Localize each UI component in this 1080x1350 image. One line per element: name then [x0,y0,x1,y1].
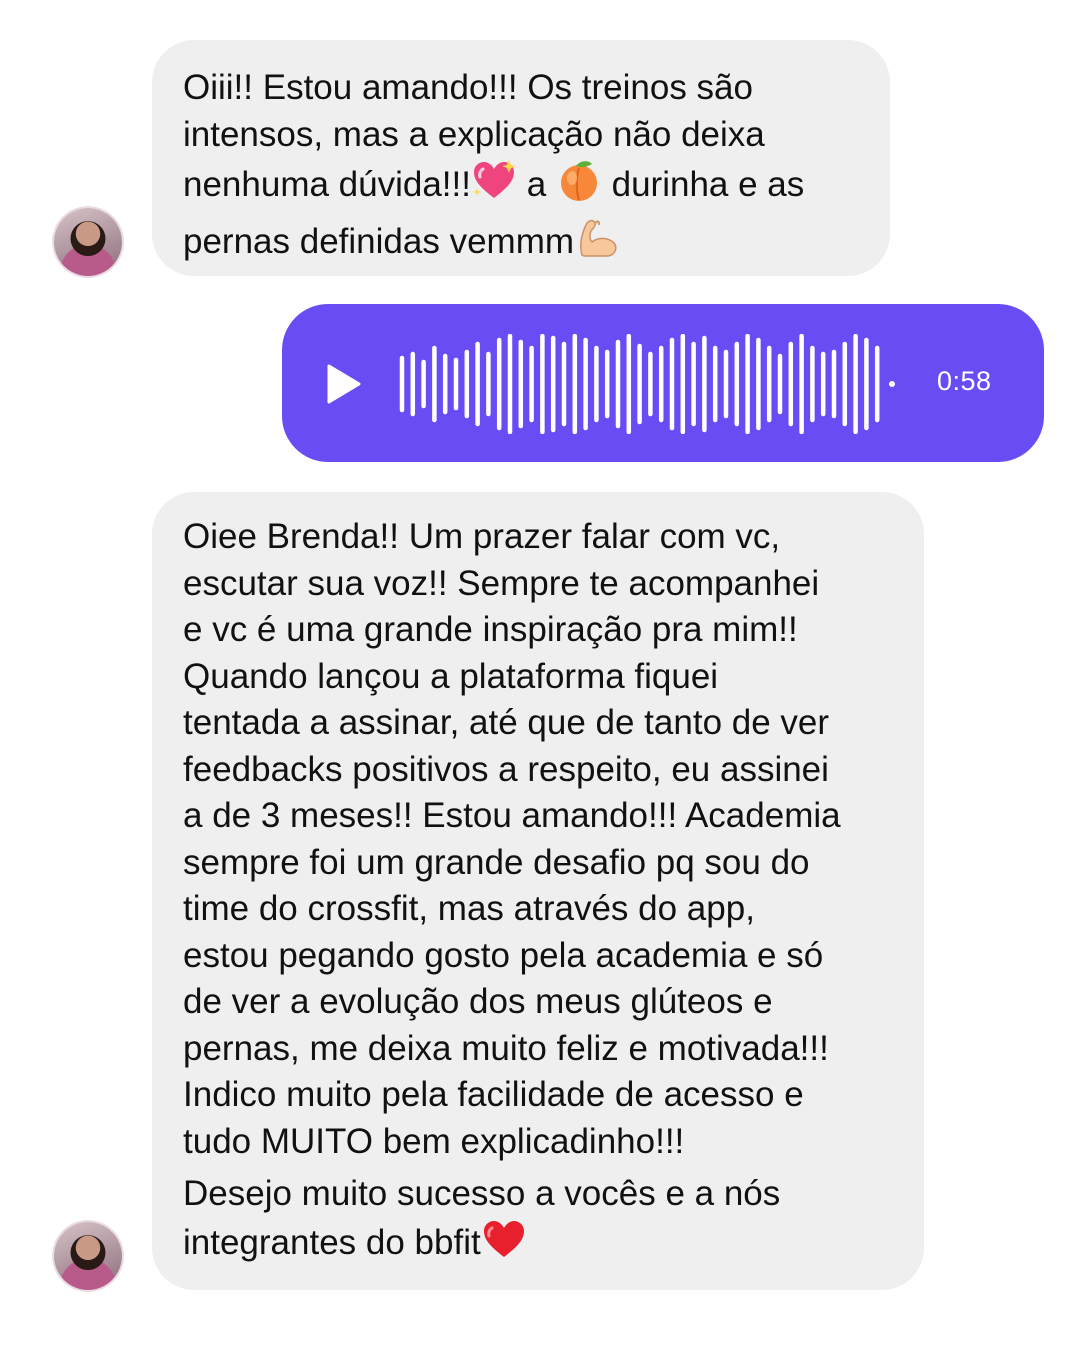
message-line: nenhuma dúvida!!! a durinha e as [183,158,866,215]
message-line: integrantes do bbfit [183,1218,900,1273]
message-line: Oiee Brenda!! Um prazer falar com vc, [183,517,781,556]
waveform-progress-dot [889,381,895,387]
message-line: Indico muito pela facilidade de acesso e [183,1075,804,1114]
message-line: time do crossfit, mas através do app, [183,889,755,928]
message-line: Desejo muito sucesso a vocês e a nós [183,1174,781,1213]
message-line: Oiii!! Estou amando!!! Os treinos são [183,68,753,107]
incoming-message-bubble[interactable]: Oiee Brenda!! Um prazer falar com vc, es… [152,492,924,1290]
play-icon[interactable] [326,364,362,404]
message-text: nenhuma dúvida!!! [183,165,471,204]
message-line: tudo MUITO bem explicadinho!!! [183,1121,685,1161]
audio-waveform[interactable] [398,334,898,434]
message-text: a [516,165,556,204]
message-line: pernas definidas vemmm [183,215,866,272]
message-text: pernas definidas vemmm [183,221,574,261]
peach-emoji [556,158,602,215]
incoming-message-bubble[interactable]: Oiii!! Estou amando!!! Os treinos são in… [152,40,890,276]
outgoing-voice-message[interactable]: 0:58 [282,304,1044,462]
message-line: pernas, me deixa muito feliz e motivada!… [183,1028,829,1068]
message-line: feedbacks positivos a respeito, eu assin… [183,749,829,789]
message-line: e vc é uma grande inspiração pra mim!! [183,610,798,649]
message-line: Quando lançou a plataforma fiquei [183,656,719,696]
message-line: de ver a evolução dos meus glúteos e [183,982,773,1021]
message-text: integrantes do bbfit [183,1222,481,1262]
message-line: estou pegando gosto pela academia e só [183,935,824,975]
message-line: escutar sua voz!! Sempre te acompanhei [183,563,820,603]
red-heart-emoji [481,1218,527,1273]
sender-avatar[interactable] [54,208,122,276]
sparkling-heart-emoji [471,160,517,215]
flexed-biceps-emoji [574,215,620,272]
message-line: intensos, mas a explicação não deixa [183,114,765,154]
message-line: sempre foi um grande desafio pq sou do [183,842,810,882]
message-text: durinha e as [601,165,805,204]
sender-avatar[interactable] [54,1222,122,1290]
voice-duration: 0:58 [937,366,992,396]
message-line: tentada a assinar, até que de tanto de v… [183,703,830,742]
message-line: a de 3 meses!! Estou amando!!! Academia [183,796,841,835]
